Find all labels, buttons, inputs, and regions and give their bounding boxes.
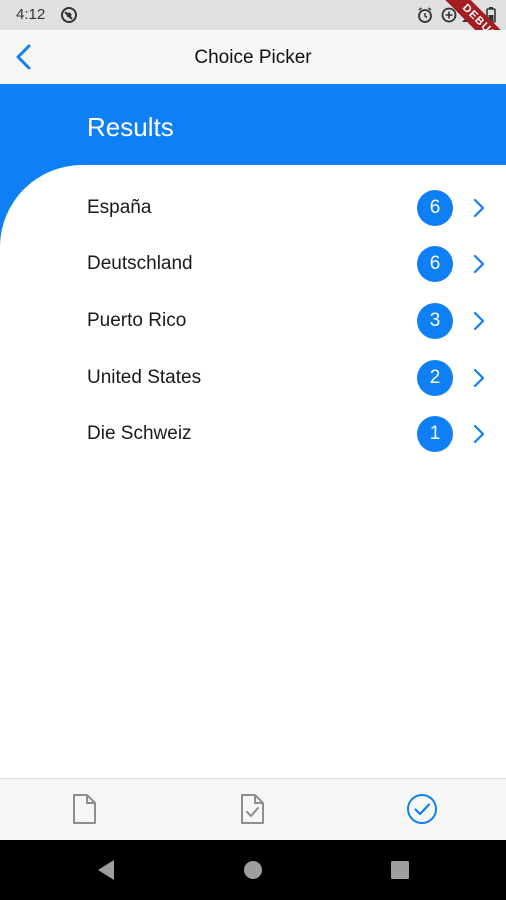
back-triangle-icon[interactable] bbox=[90, 854, 122, 886]
result-count-badge: 3 bbox=[417, 303, 453, 339]
system-navigation-bar bbox=[0, 840, 506, 900]
result-row-espana[interactable]: España 6 bbox=[0, 180, 506, 236]
status-time: 4:12 bbox=[16, 6, 46, 23]
result-row-deutschland[interactable]: Deutschland 6 bbox=[0, 236, 506, 292]
chevron-right-icon bbox=[473, 198, 485, 218]
tab-document-check[interactable] bbox=[168, 779, 336, 841]
result-count-badge: 6 bbox=[417, 190, 453, 226]
result-count-badge: 1 bbox=[417, 416, 453, 452]
result-label: España bbox=[87, 197, 152, 218]
result-label: Die Schweiz bbox=[87, 423, 192, 444]
navigation-bar: Choice Picker bbox=[0, 30, 506, 85]
result-label: United States bbox=[87, 367, 202, 388]
document-check-icon bbox=[241, 794, 264, 824]
chevron-right-icon bbox=[473, 424, 485, 444]
tab-document[interactable] bbox=[0, 779, 168, 841]
result-row-die-schweiz[interactable]: Die Schweiz 1 bbox=[0, 406, 506, 462]
alarm-icon bbox=[418, 7, 432, 23]
results-heading: Results bbox=[87, 112, 174, 142]
tab-check-circle[interactable] bbox=[338, 779, 506, 841]
document-icon bbox=[73, 794, 96, 824]
home-circle-icon[interactable] bbox=[237, 854, 269, 886]
recents-square-icon[interactable] bbox=[384, 854, 416, 886]
result-row-puerto-rico[interactable]: Puerto Rico 3 bbox=[0, 293, 506, 349]
result-label: Puerto Rico bbox=[87, 310, 187, 331]
bottom-tab-bar bbox=[0, 778, 506, 841]
status-bar: 4:12 DEBUG bbox=[0, 0, 506, 71]
chevron-right-icon bbox=[473, 254, 485, 274]
data-saver-icon bbox=[441, 7, 457, 23]
result-count-badge: 2 bbox=[417, 360, 453, 396]
check-circle-icon bbox=[407, 794, 437, 824]
chevron-right-icon bbox=[473, 368, 485, 388]
result-count-badge: 6 bbox=[417, 246, 453, 282]
page-title: Choice Picker bbox=[194, 47, 312, 68]
result-row-united-states[interactable]: United States 2 bbox=[0, 350, 506, 406]
chevron-right-icon bbox=[473, 311, 485, 331]
result-label: Deutschland bbox=[87, 253, 193, 274]
sync-disabled-icon bbox=[61, 7, 77, 23]
